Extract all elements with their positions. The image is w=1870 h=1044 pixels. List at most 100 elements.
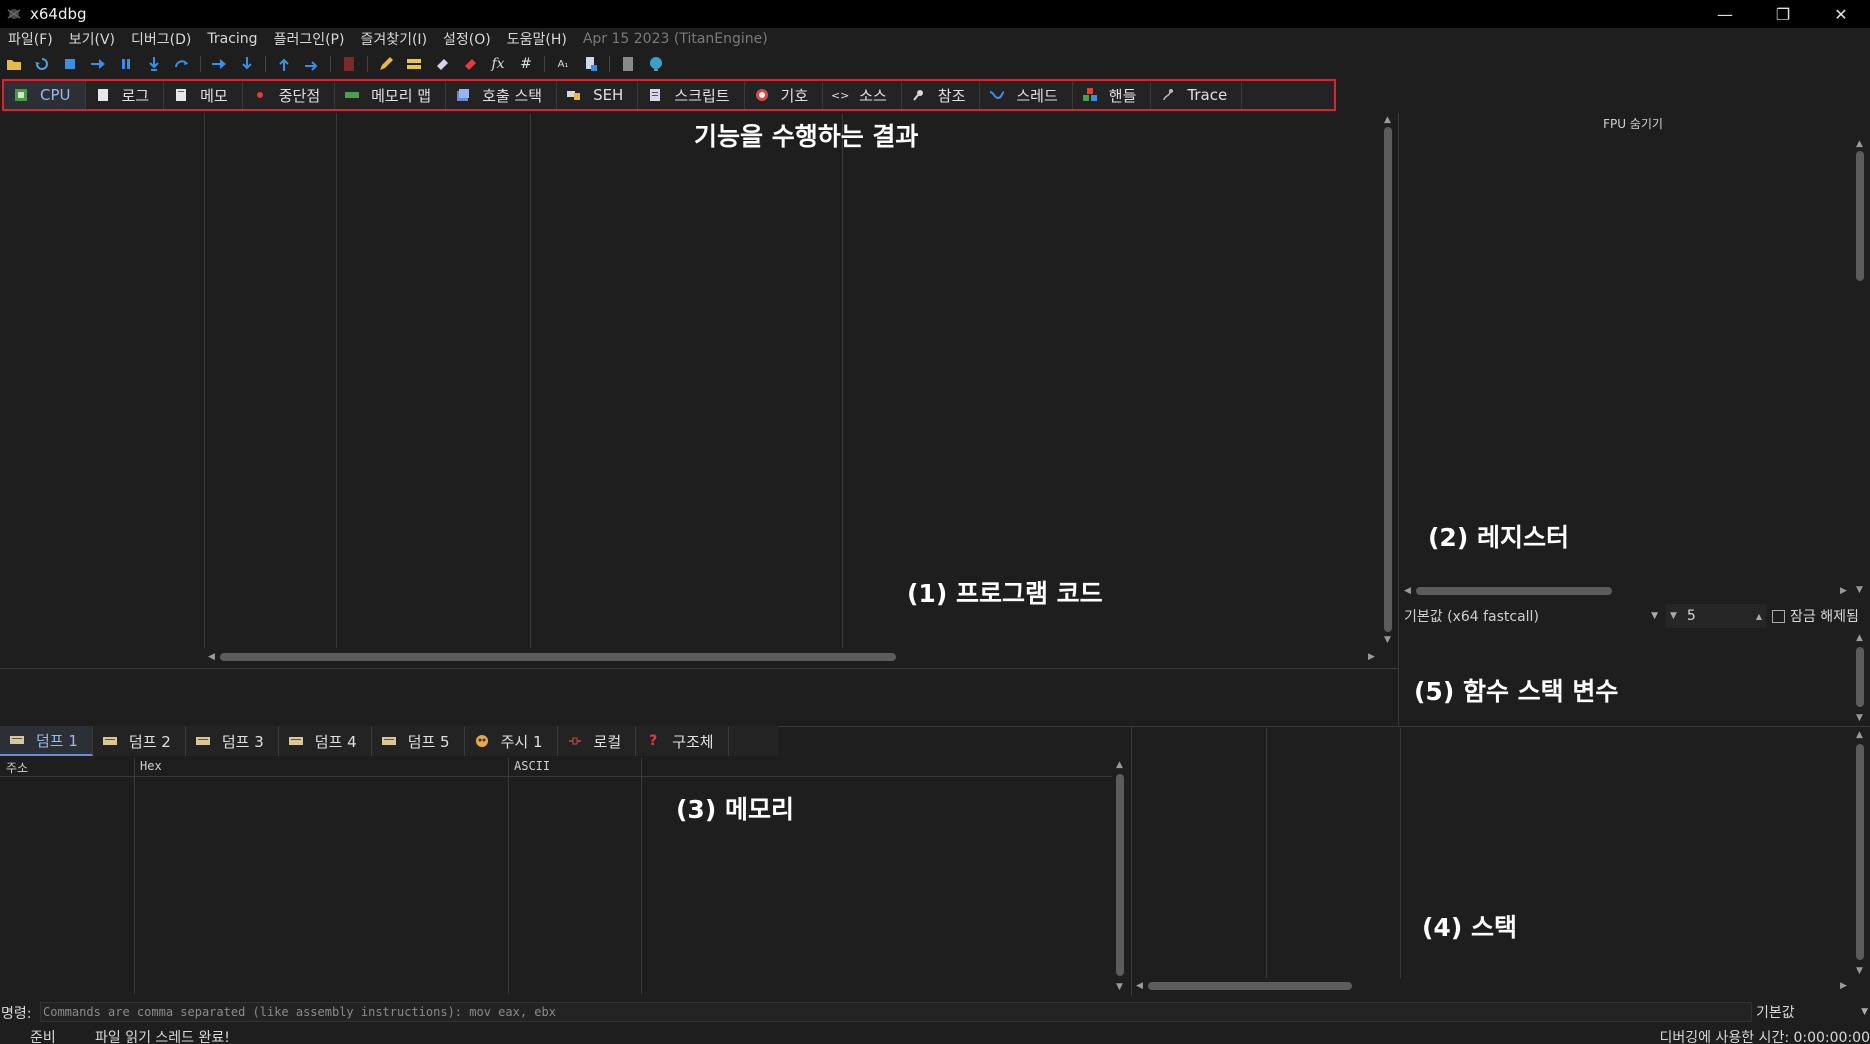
calling-convention-select[interactable]: 기본값 (x64 fastcall) ▼ (1400, 604, 1666, 628)
tab-dump-3[interactable]: 덤프 3 (186, 726, 279, 756)
tab-struct[interactable]: ? 구조체 (636, 726, 729, 756)
tab-references[interactable]: 참조 (902, 81, 981, 109)
argument-count-value: 5 (1686, 608, 1696, 624)
command-input[interactable]: Commands are comma separated (like assem… (40, 1002, 1752, 1022)
tab-seh[interactable]: SEH (557, 81, 639, 109)
tab-source[interactable]: <> 소스 (823, 81, 902, 109)
fpu-toggle[interactable]: FPU 숨기기 (1400, 115, 1866, 132)
trace-record-icon[interactable] (339, 54, 359, 74)
unlock-checkbox-group[interactable]: 잠금 해제됨 (1772, 606, 1859, 626)
locals-icon (568, 734, 582, 748)
restart-icon[interactable] (32, 54, 52, 74)
menu-view[interactable]: 보기(V) (61, 29, 123, 49)
threads-icon (990, 88, 1005, 102)
tab-cpu[interactable]: CPU (4, 81, 86, 109)
arguments-vertical-scrollbar[interactable]: ▲ ▼ (1854, 633, 1866, 723)
unlock-checkbox[interactable] (1772, 609, 1785, 623)
execute-till-return-icon[interactable] (274, 54, 294, 74)
patches-icon[interactable] (581, 54, 601, 74)
annotation-result: 기능을 수행하는 결과 (694, 122, 919, 151)
main-tab-bar: CPU 로그 메모 중단점 메모리 맵 호출 스택 SEH 스크립트 기호 <>… (2, 79, 1336, 111)
stack-vertical-scrollbar[interactable]: ▲ ▼ (1854, 728, 1866, 978)
command-mode-select[interactable]: 기본값 ▼ (1756, 1002, 1870, 1022)
header-divider (0, 776, 1112, 777)
argument-count-spinbox[interactable]: ▼ 5 ▲ (1666, 604, 1766, 628)
tab-label: 로컬 (593, 732, 622, 751)
menu-file[interactable]: 파일(F) (0, 29, 61, 49)
registers-horizontal-scrollbar[interactable]: ◀ ▶ (1402, 585, 1852, 597)
column-divider (1266, 728, 1267, 978)
tab-watch-1[interactable]: 주시 1 (465, 726, 558, 756)
tab-label: Trace (1187, 86, 1228, 104)
run-to-user-code-icon[interactable] (302, 54, 322, 74)
struct-icon: ? (649, 733, 658, 749)
chevron-down-icon: ▼ (1670, 611, 1677, 621)
help-globe-icon[interactable] (646, 54, 666, 74)
tab-threads[interactable]: 스레드 (980, 81, 1073, 109)
run-to-user-icon[interactable] (209, 54, 229, 74)
tab-handles[interactable]: 핸들 (1073, 81, 1152, 109)
dump-pane[interactable]: ▲ ▼ (0, 758, 1130, 994)
pane-divider (1398, 113, 1399, 726)
registers-vertical-scrollbar[interactable]: ▲ ▼ (1854, 139, 1866, 597)
tab-breakpoints[interactable]: 중단점 (243, 81, 336, 109)
step-into-icon[interactable] (144, 54, 164, 74)
tab-trace[interactable]: Trace (1151, 81, 1243, 109)
column-divider (1400, 728, 1401, 978)
tab-locals[interactable]: 로컬 (558, 726, 637, 756)
tab-script[interactable]: 스크립트 (638, 81, 745, 109)
label-icon[interactable] (432, 54, 452, 74)
tab-dump-5[interactable]: 덤프 5 (372, 726, 465, 756)
menu-options[interactable]: 설정(O) (435, 29, 499, 49)
disassembly-pane[interactable]: ▲ ▼ ◀ ▶ (0, 113, 1398, 668)
strings-icon[interactable]: A₁ (553, 54, 573, 74)
window-title: x64dbg (30, 5, 87, 23)
menu-help[interactable]: 도움말(H) (499, 29, 575, 49)
minimize-button[interactable]: — (1696, 0, 1754, 28)
dump-vertical-scrollbar[interactable]: ▲ ▼ (1114, 758, 1126, 994)
restore-button[interactable]: ❐ (1754, 0, 1812, 28)
tab-label: 호출 스택 (482, 86, 543, 105)
tab-label: 기호 (780, 86, 809, 105)
menu-favourites[interactable]: 즐겨찾기(I) (352, 29, 435, 49)
toolbar-separator (265, 56, 266, 72)
tab-call-stack[interactable]: 호출 스택 (446, 81, 558, 109)
tab-log[interactable]: 로그 (86, 81, 165, 109)
tab-memory-map[interactable]: 메모리 맵 (335, 81, 447, 109)
toolbar-separator (544, 56, 545, 72)
comment-icon[interactable] (404, 54, 424, 74)
disassembly-horizontal-scrollbar[interactable]: ◀ ▶ (206, 651, 1380, 663)
dump-icon (10, 733, 24, 747)
tab-label: 참조 (937, 86, 966, 105)
tab-symbols[interactable]: 기호 (745, 81, 824, 109)
run-icon[interactable] (88, 54, 108, 74)
spin-up-icon: ▲ (1755, 611, 1762, 621)
calculator-icon[interactable] (618, 54, 638, 74)
chevron-down-icon: ▼ (1651, 611, 1658, 621)
tab-notes[interactable]: 메모 (164, 81, 243, 109)
tab-dump-2[interactable]: 덤프 2 (93, 726, 186, 756)
disassembly-vertical-scrollbar[interactable]: ▲ ▼ (1382, 113, 1394, 648)
bookmark-icon[interactable] (460, 54, 480, 74)
toolbar-separator (367, 56, 368, 72)
notes-icon (174, 88, 188, 102)
stop-icon[interactable] (60, 54, 80, 74)
toolbar: fx # A₁ (0, 52, 1870, 76)
tab-dump-4[interactable]: 덤프 4 (279, 726, 372, 756)
open-folder-icon[interactable] (4, 54, 24, 74)
step-over-icon[interactable] (172, 54, 192, 74)
menu-plugins[interactable]: 플러그인(P) (266, 29, 353, 49)
pencil-icon[interactable] (376, 54, 396, 74)
pause-icon[interactable] (116, 54, 136, 74)
menu-debug[interactable]: 디버그(D) (123, 29, 199, 49)
tab-dump-1[interactable]: 덤프 1 (0, 726, 93, 756)
calling-convention-row: 기본값 (x64 fastcall) ▼ ▼ 5 ▲ 잠금 해제됨 (1400, 603, 1870, 629)
command-mode-value: 기본값 (1756, 1005, 1795, 1021)
stack-horizontal-scrollbar[interactable]: ◀ ▶ (1134, 980, 1852, 992)
animate-into-icon[interactable] (237, 54, 257, 74)
hash-icon[interactable]: # (516, 54, 536, 74)
close-button[interactable]: ✕ (1812, 0, 1870, 28)
menu-tracing[interactable]: Tracing (199, 31, 265, 47)
stack-pane[interactable]: ▲ ▼ ◀ ▶ (1132, 728, 1870, 996)
function-icon[interactable]: fx (488, 54, 508, 74)
